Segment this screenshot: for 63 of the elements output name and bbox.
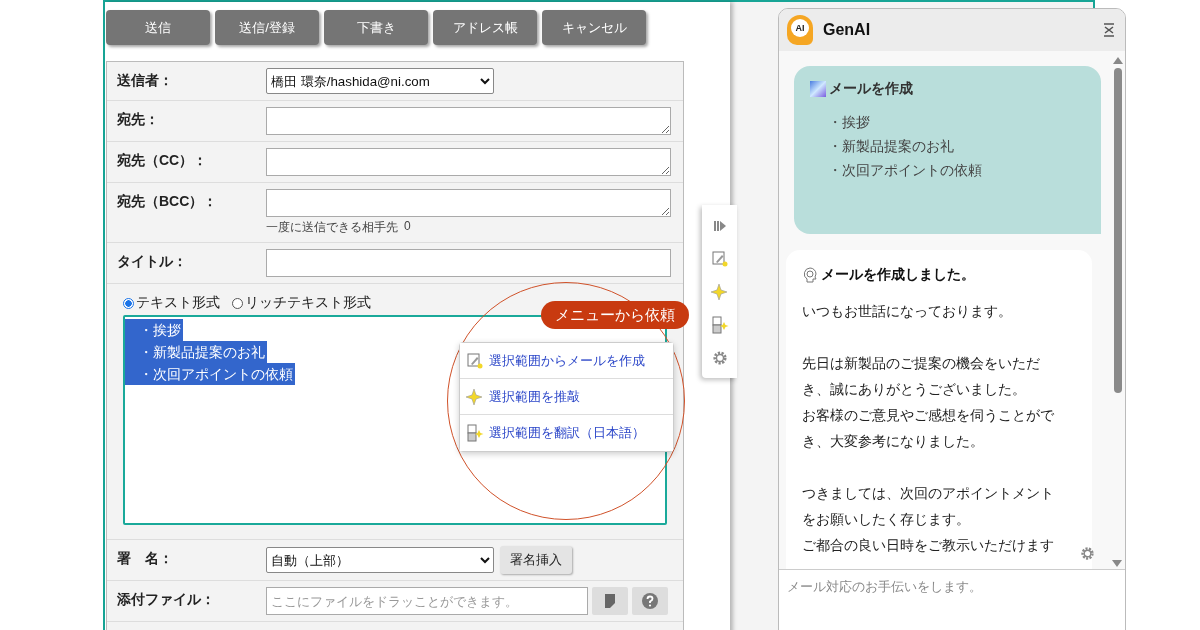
- request-item: ・新製品提案のお礼: [828, 138, 955, 156]
- panel-title: GenAI: [823, 21, 872, 39]
- response-text-line: いつもお世話になっております。: [802, 302, 1012, 321]
- response-text-line: き、大変参考になりました。: [802, 432, 984, 451]
- response-text-line: をお願いしたく存じます。: [802, 510, 970, 529]
- recipient-field[interactable]: [266, 107, 671, 135]
- sender-select[interactable]: 橋田 環奈/hashida@ni.com: [266, 68, 494, 94]
- response-text-line: 先日は新製品のご提案の機会をいただ: [802, 354, 1040, 373]
- cancel-button[interactable]: キャンセル: [542, 10, 646, 45]
- format-radio[interactable]: リッチテキスト形式: [232, 294, 371, 312]
- translate-icon: [710, 315, 729, 334]
- file-icon: [603, 593, 617, 609]
- translate-icon: [466, 424, 484, 442]
- collapse-icon[interactable]: [1103, 23, 1115, 37]
- response-text-line: お客様のご意見やご感想を伺うことがで: [802, 406, 1054, 425]
- menu-item[interactable]: 選択範囲を翻訳（日本語）: [460, 415, 673, 451]
- settings-icon: [711, 349, 728, 366]
- address-book-button[interactable]: アドレス帳: [433, 10, 537, 45]
- recipient-field[interactable]: [266, 148, 671, 176]
- send-register-button[interactable]: 送信/登録: [215, 10, 319, 45]
- attachment-field[interactable]: ここにファイルをドラッことができます。: [266, 587, 588, 615]
- scroll-up-icon[interactable]: [1113, 57, 1123, 64]
- collapse-arrow-icon: [712, 218, 727, 233]
- settings-icon[interactable]: [1080, 546, 1095, 561]
- menu-item[interactable]: 選択範囲を推敲: [460, 379, 673, 415]
- scrollbar-thumb[interactable]: [1114, 68, 1122, 393]
- ai-head-icon: [802, 267, 818, 283]
- request-item: ・次回アポイントの依頼: [828, 162, 983, 180]
- help-icon: [641, 592, 659, 610]
- request-title: メールを作成: [829, 80, 913, 98]
- response-text-line: つきましては、次回のアポイントメント: [802, 484, 1054, 503]
- send-button[interactable]: 送信: [106, 10, 210, 45]
- field-label: 送信者：: [117, 71, 174, 90]
- response-text-line: ご都合の良い日時をご教示いただけます: [802, 536, 1054, 555]
- response-title: メールを作成しました。: [821, 266, 975, 284]
- scroll-down-icon[interactable]: [1112, 560, 1122, 567]
- help-button[interactable]: [632, 587, 668, 615]
- field-label: 署 名：: [117, 549, 174, 568]
- insert-signature-button[interactable]: 署名挿入: [500, 546, 572, 574]
- pencil-sparkle-icon: [710, 249, 729, 268]
- image-icon: [810, 81, 826, 97]
- recipient-field[interactable]: [266, 189, 671, 217]
- recipient-limit-note: 一度に送信できる相手先: [266, 219, 398, 236]
- chat-input-field[interactable]: メール対応のお手伝いをします。: [779, 569, 1125, 630]
- signature-select[interactable]: 自動（上部）: [266, 547, 494, 573]
- ai-logo: AI: [787, 15, 813, 45]
- sparkle-icon: [710, 282, 729, 301]
- field-label: 添付ファイル：: [117, 590, 216, 609]
- request-item: ・挨拶: [828, 114, 871, 132]
- field-label: タイトル：: [117, 252, 188, 271]
- recipient-limit-count: 0: [404, 219, 411, 235]
- callout-label: メニューから依頼: [541, 301, 689, 329]
- field-label: 宛先：: [117, 110, 160, 129]
- format-radio[interactable]: テキスト形式: [123, 294, 220, 312]
- field-label: 宛先（BCC）：: [117, 192, 219, 211]
- field-label: 宛先（CC）：: [117, 151, 209, 170]
- sparkle-icon: [466, 387, 484, 406]
- file-button[interactable]: [592, 587, 628, 615]
- pencil-sparkle-icon: [466, 351, 484, 370]
- menu-item[interactable]: 選択範囲からメールを作成: [460, 343, 673, 379]
- response-text-line: き、誠にありがとうございました。: [802, 380, 1026, 399]
- draft-button[interactable]: 下書き: [324, 10, 428, 45]
- subject-field[interactable]: [266, 249, 671, 277]
